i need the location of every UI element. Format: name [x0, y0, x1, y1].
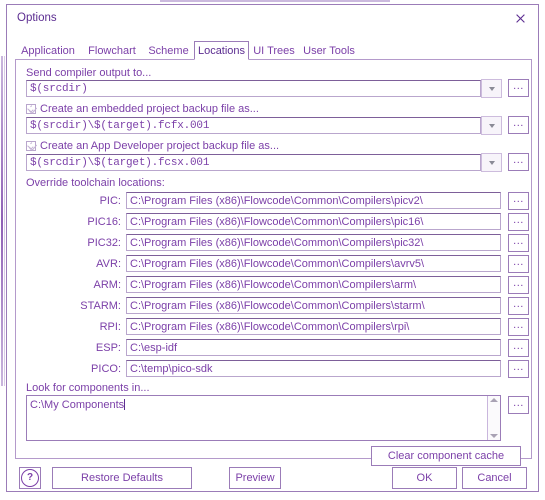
toolchain-browse-avr[interactable]: ...: [508, 255, 529, 273]
toolchain-label-pic16: PIC16:: [87, 216, 121, 228]
tab-ui-trees[interactable]: UI Trees: [249, 41, 299, 60]
toolchain-input-arm[interactable]: C:\Program Files (x86)\Flowcode\Common\C…: [126, 276, 501, 293]
toolchain-input-esp[interactable]: C:\esp-idf: [126, 339, 501, 356]
embedded-backup-checkbox[interactable]: Create an embedded project backup file a…: [26, 103, 259, 115]
toolchain-browse-rpi[interactable]: ...: [508, 318, 529, 336]
tab-scheme[interactable]: Scheme: [143, 41, 194, 60]
compiler-output-browse-button[interactable]: ...: [508, 79, 529, 97]
checkmark-icon: [26, 104, 36, 114]
toolchain-browse-pic[interactable]: ...: [508, 192, 529, 210]
components-textarea[interactable]: C:\My Components: [26, 395, 501, 441]
clear-component-cache-button[interactable]: Clear component cache: [371, 446, 521, 466]
tab-strip: Application Flowchart Scheme Locations U…: [15, 41, 532, 60]
title-bar: Options: [7, 5, 538, 33]
appdev-backup-label: Create an App Developer project backup f…: [40, 140, 280, 152]
options-dialog: Options Application Flowchart Scheme Loc…: [6, 4, 539, 492]
ok-button[interactable]: OK: [392, 467, 457, 489]
tab-flowchart[interactable]: Flowchart: [81, 41, 143, 60]
compiler-output-label: Send compiler output to...: [26, 67, 152, 79]
chevron-down-icon: [488, 123, 495, 128]
toolchain-label-pico: PICO:: [91, 363, 121, 375]
toolchain-browse-starm[interactable]: ...: [508, 297, 529, 315]
toolchain-input-pic32[interactable]: C:\Program Files (x86)\Flowcode\Common\C…: [126, 234, 501, 251]
triangle-up-icon[interactable]: [490, 398, 498, 402]
embedded-backup-browse-button[interactable]: ...: [508, 116, 529, 134]
cancel-button[interactable]: Cancel: [462, 467, 527, 489]
toolchain-label-arm: ARM:: [93, 279, 122, 291]
toolchain-browse-esp[interactable]: ...: [508, 339, 529, 357]
toolchain-browse-pic16[interactable]: ...: [508, 213, 529, 231]
appdev-backup-checkbox[interactable]: Create an App Developer project backup f…: [26, 140, 279, 152]
tab-application[interactable]: Application: [15, 41, 81, 60]
toolchain-input-avr[interactable]: C:\Program Files (x86)\Flowcode\Common\C…: [126, 255, 501, 272]
compiler-output-dropdown-button[interactable]: [481, 79, 502, 98]
page-title: Options: [17, 12, 57, 24]
appdev-backup-dropdown-button[interactable]: [481, 153, 502, 172]
components-browse-button[interactable]: ...: [508, 396, 529, 414]
compiler-output-input[interactable]: $(srcdir): [26, 80, 481, 97]
embedded-backup-label: Create an embedded project backup file a…: [40, 103, 259, 115]
appdev-backup-browse-button[interactable]: ...: [508, 153, 529, 171]
toolchain-browse-pico[interactable]: ...: [508, 360, 529, 378]
toolchain-input-rpi[interactable]: C:\Program Files (x86)\Flowcode\Common\C…: [126, 318, 501, 335]
components-textarea-value: C:\My Components: [30, 398, 497, 411]
appdev-backup-input[interactable]: $(srcdir)\$(target).fcsx.001: [26, 154, 481, 171]
tab-locations[interactable]: Locations: [194, 41, 249, 60]
toolchain-heading: Override toolchain locations:: [26, 177, 165, 189]
toolchain-input-pico[interactable]: C:\temp\pico-sdk: [126, 360, 501, 377]
question-mark-icon: ?: [21, 469, 39, 487]
preview-button[interactable]: Preview: [229, 467, 281, 489]
toolchain-input-pic[interactable]: C:\Program Files (x86)\Flowcode\Common\C…: [126, 192, 501, 209]
toolchain-label-rpi: RPI:: [99, 321, 121, 333]
tab-user-tools[interactable]: User Tools: [299, 41, 359, 60]
help-button[interactable]: ?: [19, 467, 41, 489]
embedded-backup-dropdown-button[interactable]: [481, 116, 502, 135]
toolchain-label-pic: PIC:: [99, 195, 121, 207]
toolchain-label-esp: ESP:: [95, 342, 121, 354]
triangle-down-icon[interactable]: [490, 434, 498, 438]
toolchain-label-pic32: PIC32:: [87, 237, 121, 249]
components-textarea-scrollbar[interactable]: [487, 396, 500, 440]
checkmark-icon: [26, 141, 36, 151]
toolchain-browse-pic32[interactable]: ...: [508, 234, 529, 252]
toolchain-label-avr: AVR:: [96, 258, 121, 270]
toolchain-browse-arm[interactable]: ...: [508, 276, 529, 294]
toolchain-input-pic16[interactable]: C:\Program Files (x86)\Flowcode\Common\C…: [126, 213, 501, 230]
locations-tab-panel: Send compiler output to... $(srcdir) ...…: [15, 59, 532, 466]
close-icon[interactable]: [508, 8, 532, 28]
toolchain-label-starm: STARM:: [80, 300, 121, 312]
restore-defaults-button[interactable]: Restore Defaults: [52, 467, 192, 489]
chevron-down-icon: [488, 86, 495, 91]
chevron-down-icon: [488, 160, 495, 165]
toolchain-input-starm[interactable]: C:\Program Files (x86)\Flowcode\Common\C…: [126, 297, 501, 314]
components-label: Look for components in...: [26, 382, 150, 394]
embedded-backup-input[interactable]: $(srcdir)\$(target).fcfx.001: [26, 117, 481, 134]
